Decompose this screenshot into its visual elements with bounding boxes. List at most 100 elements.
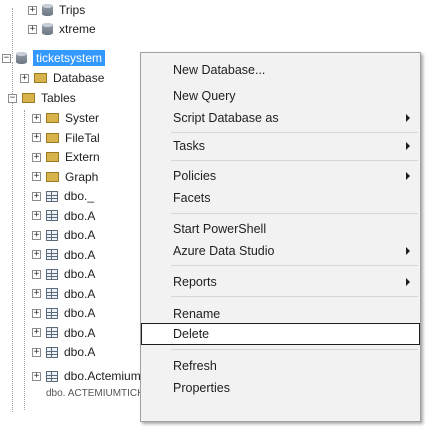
menu-item-script-database-as[interactable]: Script Database as	[141, 107, 420, 129]
table-icon	[46, 307, 58, 319]
tree-node-table-child[interactable]: + dbo.A	[32, 225, 95, 245]
expand-icon[interactable]: +	[32, 328, 41, 337]
tree-node-label: FileTal	[65, 130, 100, 145]
expand-icon[interactable]: +	[32, 133, 41, 142]
menu-item-label: Delete	[173, 327, 210, 341]
menu-item-label: Start PowerShell	[173, 222, 267, 236]
menu-item-label: Rename	[173, 307, 221, 321]
menu-item-start-powershell[interactable]: Start PowerShell	[141, 218, 420, 240]
submenu-arrow-icon	[406, 142, 410, 150]
tree-node-table-child[interactable]: + dbo.A	[32, 342, 95, 362]
expand-icon[interactable]: +	[20, 73, 29, 83]
menu-item-new-database[interactable]: New Database...	[141, 59, 420, 81]
menu-separator	[171, 160, 418, 161]
tree-node-table-child[interactable]: + dbo._	[32, 186, 94, 206]
table-icon	[46, 210, 58, 221]
expand-icon[interactable]: +	[32, 308, 41, 318]
tree-node-label: dbo.A	[64, 306, 96, 320]
expand-icon[interactable]: +	[32, 152, 41, 162]
table-icon	[46, 190, 58, 202]
menu-item-new-query[interactable]: New Query	[141, 85, 420, 107]
tree-node-table-child[interactable]: + dbo.A	[32, 303, 95, 323]
expand-icon[interactable]: +	[32, 230, 41, 240]
expand-icon[interactable]: +	[32, 269, 41, 279]
tree-node-label: Database	[53, 71, 105, 85]
menu-separator	[171, 213, 418, 214]
submenu-arrow-icon	[406, 114, 410, 122]
tree-node-label: Tables	[41, 91, 76, 105]
expand-icon[interactable]: +	[32, 371, 41, 381]
menu-separator	[171, 349, 418, 350]
tree-node-label: dbo.A	[64, 267, 96, 281]
menu-separator	[171, 296, 418, 297]
menu-item-refresh[interactable]: Refresh	[141, 355, 420, 377]
folder-icon	[46, 152, 59, 162]
collapse-icon[interactable]: −	[8, 93, 17, 103]
tree-node-label: Extern	[65, 150, 100, 164]
folder-icon	[46, 132, 59, 143]
table-icon	[46, 229, 58, 241]
menu-item-properties[interactable]: Properties	[141, 377, 420, 399]
tree-node-table-child[interactable]: + FileTal	[32, 128, 100, 148]
menu-item-label: Reports	[173, 275, 217, 289]
tree-node-table-child[interactable]: + dbo.A	[32, 245, 95, 265]
folder-icon	[46, 113, 59, 123]
expand-icon[interactable]: +	[32, 191, 41, 201]
menu-item-policies[interactable]: Policies	[141, 165, 420, 187]
tree-node-database-diagrams[interactable]: + Database	[20, 68, 104, 88]
menu-item-delete[interactable]: Delete	[141, 323, 420, 345]
table-icon	[46, 268, 58, 280]
tree-node-label: dbo.A	[64, 345, 96, 359]
table-icon	[46, 249, 58, 260]
tree-node-table-child[interactable]: + dbo.A	[32, 284, 95, 304]
expand-icon[interactable]: +	[32, 113, 41, 123]
tree-node-label: dbo._	[64, 189, 95, 203]
menu-item-reports[interactable]: Reports	[141, 271, 420, 293]
tree-node-label: Syster	[65, 111, 100, 125]
menu-separator	[171, 132, 418, 133]
tree-node-table-child[interactable]: + dbo.A	[32, 264, 95, 284]
submenu-arrow-icon	[406, 247, 410, 255]
tree-node-table-child[interactable]: + Extern	[32, 147, 100, 167]
table-icon	[46, 288, 58, 299]
folder-icon	[34, 73, 47, 83]
folder-icon	[22, 93, 35, 103]
menu-item-azure-data-studio[interactable]: Azure Data Studio	[141, 240, 420, 262]
menu-item-label: Tasks	[173, 139, 205, 153]
tree-node-table-child[interactable]: + Syster	[32, 108, 99, 128]
tree-node-label: dbo.A	[64, 325, 96, 340]
tree-node-table-child[interactable]: + dbo.A	[32, 206, 95, 226]
expand-icon[interactable]: +	[32, 289, 41, 298]
submenu-arrow-icon	[406, 278, 410, 286]
table-icon	[46, 327, 58, 338]
menu-item-label: Policies	[173, 169, 217, 183]
menu-item-label: New Query	[173, 89, 236, 103]
menu-item-label: Refresh	[173, 359, 217, 373]
menu-item-facets[interactable]: Facets	[141, 187, 420, 209]
tree-node-label: dbo.A	[64, 247, 96, 262]
tree-node-label: dbo.A	[64, 228, 96, 242]
tree-node-label: dbo.A	[64, 286, 96, 301]
menu-item-label: Azure Data Studio	[173, 244, 275, 258]
tree-node-label: Graph	[65, 169, 99, 184]
expand-icon[interactable]: +	[32, 172, 41, 181]
tree-node-table-child[interactable]: + dbo.A	[32, 323, 95, 343]
expand-icon[interactable]: +	[32, 250, 41, 259]
context-menu: New Database... New Query Script Databas…	[140, 52, 421, 422]
menu-item-label: Script Database as	[173, 111, 279, 125]
menu-item-tasks[interactable]: Tasks	[141, 135, 420, 157]
table-icon	[46, 370, 58, 382]
tree-node-label: dbo.A	[64, 208, 96, 223]
submenu-arrow-icon	[406, 172, 410, 180]
menu-item-label: Properties	[173, 381, 230, 395]
menu-separator	[171, 265, 418, 266]
expand-icon[interactable]: +	[32, 211, 41, 220]
menu-item-rename[interactable]: Rename	[141, 303, 420, 325]
tree-node-table-child[interactable]: + Graph	[32, 167, 98, 187]
menu-item-label: Facets	[173, 191, 211, 205]
tree-node-tables[interactable]: − Tables	[8, 88, 76, 108]
folder-icon	[46, 171, 59, 182]
expand-icon[interactable]: +	[32, 347, 41, 357]
menu-item-label: New Database...	[173, 63, 266, 77]
table-icon	[46, 346, 58, 358]
